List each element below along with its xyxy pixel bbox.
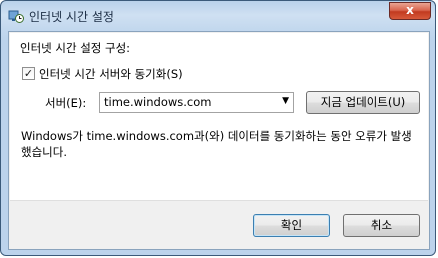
window-title: 인터넷 시간 설정 <box>29 10 114 24</box>
status-message: Windows가 time.windows.com과(와) 데이터를 동기화하는… <box>21 129 412 159</box>
dropdown-arrow-icon[interactable]: ▼ <box>282 96 289 106</box>
sync-checkbox[interactable]: ✓ <box>22 67 35 80</box>
cancel-button[interactable]: 취소 <box>343 214 420 237</box>
title-bar[interactable]: 인터넷 시간 설정 x <box>1 1 437 31</box>
server-label: 서버(E): <box>45 96 87 110</box>
dialog-footer: 확인 취소 <box>10 200 428 249</box>
ok-button[interactable]: 확인 <box>253 214 330 237</box>
dialog-body: 인터넷 시간 설정 구성: ✓ 인터넷 시간 서버와 동기화(S) 서버(E):… <box>8 31 430 250</box>
sync-checkbox-label[interactable]: 인터넷 시간 서버와 동기화(S) <box>39 66 183 82</box>
server-combobox[interactable]: time.windows.com ▼ <box>99 92 294 113</box>
update-now-button[interactable]: 지금 업데이트(U) <box>306 91 420 114</box>
dialog-window: 인터넷 시간 설정 x 인터넷 시간 설정 구성: ✓ 인터넷 시간 서버와 동… <box>0 0 436 256</box>
clock-network-icon <box>8 10 24 23</box>
close-button[interactable]: x <box>389 2 431 20</box>
server-value: time.windows.com <box>104 95 212 109</box>
settings-panel: 인터넷 시간 설정 구성: ✓ 인터넷 시간 서버와 동기화(S) 서버(E):… <box>10 33 428 200</box>
check-icon: ✓ <box>23 67 34 80</box>
close-icon: x <box>406 3 414 17</box>
config-heading: 인터넷 시간 설정 구성: <box>20 41 131 55</box>
